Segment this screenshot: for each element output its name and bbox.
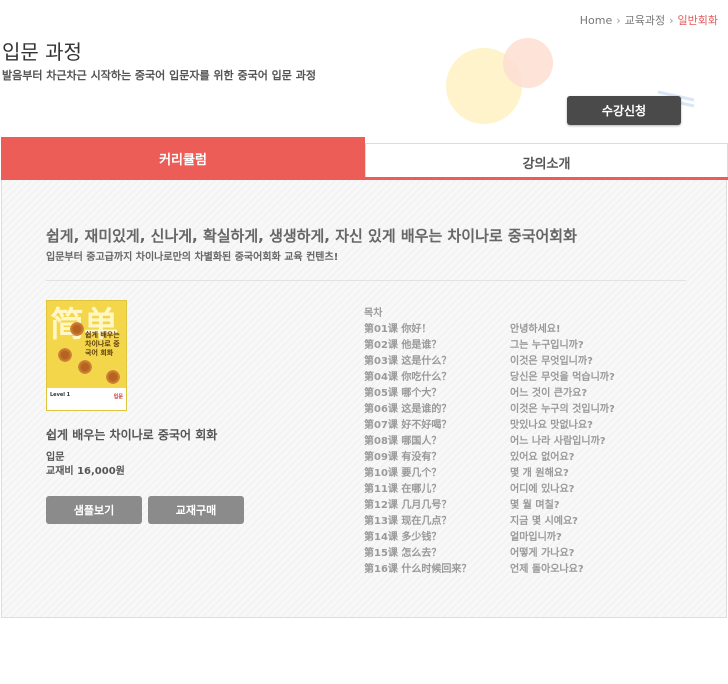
toc-row: 第01课 你好！ 안녕하세요!	[364, 320, 644, 336]
book-title: 쉽게 배우는 차이나로 중국어 회화	[46, 428, 218, 442]
lesson-title-zh: 第12课 几月几号？	[364, 500, 452, 511]
toc-row: 第10课 要几个？ 몇 개 원해요?	[364, 464, 644, 480]
toc-row: 第15课 怎么去？ 어떻게 가나요?	[364, 544, 644, 560]
breadcrumb-current: 일반회화	[677, 14, 718, 27]
toc-row: 第11课 在哪儿？ 어디에 있나요?	[364, 480, 644, 496]
lesson-title-zh: 第16课 什么时候回来？	[364, 564, 472, 575]
lesson-title-zh: 第04课 你吃什么？	[364, 372, 452, 383]
tab-course-intro[interactable]: 강의소개	[365, 143, 728, 180]
lesson-title-ko: 당신은 무엇을 먹습니까?	[510, 372, 615, 383]
lesson-title-ko: 지금 몇 시예요?	[510, 516, 578, 527]
lesson-title-zh: 第02课 他是谁？	[364, 340, 442, 351]
book-price: 교재비 16,000원	[46, 466, 125, 477]
breadcrumb-section[interactable]: 교육과정	[625, 12, 665, 28]
lesson-title-zh: 第05课 哪个大？	[364, 388, 442, 399]
breadcrumb-home[interactable]: Home	[580, 14, 612, 27]
lesson-title-zh: 第13课 现在几点？	[364, 516, 452, 527]
lesson-title-ko: 언제 돌아오나요?	[510, 564, 584, 575]
lesson-title-ko: 몇 개 원해요?	[510, 468, 569, 479]
enroll-button[interactable]: 수강신청	[567, 96, 681, 125]
lesson-title-ko: 어느 나라 사람입니까?	[510, 436, 606, 447]
toc-row: 第03课 这是什么？ 이것은 무엇입니까?	[364, 352, 644, 368]
book-level: 입문	[46, 452, 65, 463]
divider	[46, 280, 686, 281]
lesson-title-ko: 이것은 무엇입니까?	[510, 356, 593, 367]
toc-header: 목차	[364, 308, 383, 319]
toc-row: 第16课 什么时候回来？ 언제 돌아오나요?	[364, 560, 644, 576]
lesson-title-ko: 맛있나요 맛없나요?	[510, 420, 593, 431]
lesson-title-ko: 얼마입니까?	[510, 532, 562, 543]
lesson-title-zh: 第14课 多少钱？	[364, 532, 442, 543]
decorative-circle	[503, 38, 553, 88]
lesson-title-zh: 第06课 这是谁的？	[364, 404, 452, 415]
lesson-title-ko: 그는 누구입니까?	[510, 340, 584, 351]
lesson-title-zh: 第01课 你好！	[364, 324, 432, 335]
lesson-title-ko: 안녕하세요!	[510, 324, 561, 335]
flower-decoration	[57, 347, 73, 363]
lesson-title-ko: 어디에 있나요?	[510, 484, 575, 495]
lesson-title-zh: 第08课 哪国人？	[364, 436, 442, 447]
curriculum-panel: 쉽게, 재미있게, 신나게, 확실하게, 생생하게, 자신 있게 배우는 차이나…	[1, 180, 727, 618]
chevron-right-icon: ›	[616, 13, 621, 27]
breadcrumb: Home › 교육과정 › 일반회화	[580, 12, 718, 28]
book-cover-badge: 입문	[113, 394, 123, 400]
lesson-title-zh: 第15课 怎么去？	[364, 548, 442, 559]
tab-curriculum[interactable]: 커리큘럼	[1, 137, 365, 180]
lesson-title-ko: 몇 월 며칠?	[510, 500, 560, 511]
book-cover-level: Level 1	[50, 392, 71, 398]
buy-textbook-button[interactable]: 교재구매	[148, 496, 244, 524]
toc-row: 第05课 哪个大？ 어느 것이 큰가요?	[364, 384, 644, 400]
sample-view-button[interactable]: 샘플보기	[46, 496, 142, 524]
lesson-title-zh: 第09课 有没有？	[364, 452, 442, 463]
lesson-title-ko: 이것은 누구의 것입니까?	[510, 404, 615, 415]
page-title: 입문 과정	[2, 40, 82, 64]
toc-row: 第14课 多少钱？ 얼마입니까?	[364, 528, 644, 544]
lesson-title-zh: 第07课 好不好喝？	[364, 420, 452, 431]
toc-row: 第09课 有没有？ 있어요 없어요?	[364, 448, 644, 464]
flower-decoration	[105, 369, 121, 385]
book-cover-image: 简单 쉽게 배우는 차이나로 중국어 회화 Level 1 입문	[46, 300, 127, 411]
toc-row: 第06课 这是谁的？ 이것은 누구의 것입니까?	[364, 400, 644, 416]
lesson-title-ko: 있어요 없어요?	[510, 452, 575, 463]
lesson-title-ko: 어떻게 가나요?	[510, 548, 575, 559]
lesson-title-zh: 第11课 在哪儿？	[364, 484, 442, 495]
toc-row: 第07课 好不好喝？ 맛있나요 맛없나요?	[364, 416, 644, 432]
flower-decoration	[69, 321, 85, 337]
lesson-title-zh: 第10课 要几个？	[364, 468, 442, 479]
book-cover-title: 쉽게 배우는 차이나로 중국어 회화	[85, 331, 120, 357]
toc-row: 第02课 他是谁？ 그는 누구입니까?	[364, 336, 644, 352]
page-subtitle: 발음부터 차근차근 시작하는 중국어 입문자를 위한 중국어 입문 과정	[2, 69, 316, 82]
lesson-title-zh: 第03课 这是什么？	[364, 356, 452, 367]
chevron-right-icon: ›	[669, 13, 674, 27]
curriculum-tagline: 입문부터 중고급까지 차이나로만의 차별화된 중국어회화 교육 컨텐츠!	[46, 252, 339, 263]
toc-row: 第13课 现在几点？ 지금 몇 시예요?	[364, 512, 644, 528]
curriculum-headline: 쉽게, 재미있게, 신나게, 확실하게, 생생하게, 자신 있게 배우는 차이나…	[46, 227, 577, 245]
toc-row: 第04课 你吃什么？ 당신은 무엇을 먹습니까?	[364, 368, 644, 384]
flower-decoration	[77, 359, 93, 375]
tab-bar: 커리큘럼 강의소개	[1, 137, 728, 180]
toc-row: 第08课 哪国人？ 어느 나라 사람입니까?	[364, 432, 644, 448]
toc-row: 第12课 几月几号？ 몇 월 며칠?	[364, 496, 644, 512]
lesson-title-ko: 어느 것이 큰가요?	[510, 388, 588, 399]
